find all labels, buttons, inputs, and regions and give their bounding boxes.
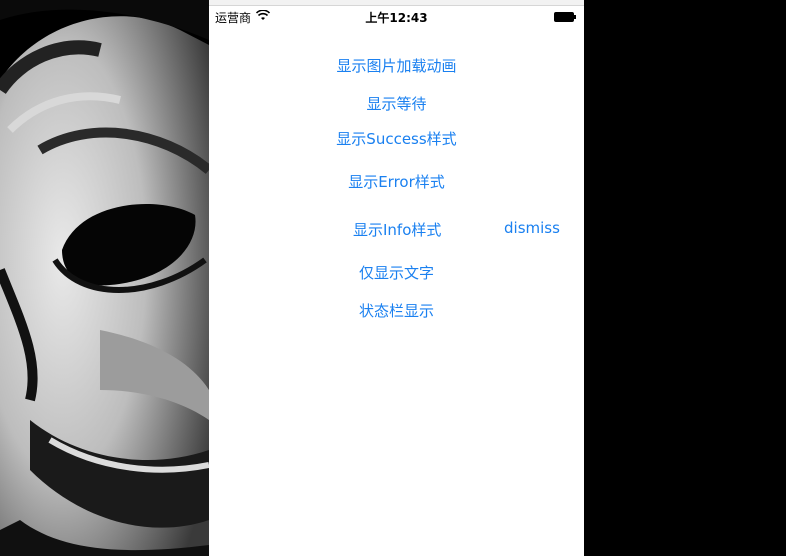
battery-icon: [554, 12, 576, 22]
statusbar-show-button[interactable]: 状态栏显示: [209, 300, 584, 321]
show-image-animation-button[interactable]: 显示图片加载动画: [209, 55, 584, 76]
show-text-only-button[interactable]: 仅显示文字: [209, 262, 584, 283]
show-wait-button[interactable]: 显示等待: [209, 93, 584, 114]
show-success-button[interactable]: 显示Success样式: [209, 128, 584, 149]
mask-background-image: [0, 0, 209, 556]
show-error-button[interactable]: 显示Error样式: [209, 171, 584, 192]
phone-screen: 运营商 上午12:43 显示图片加载动画 显示等待 显示Success样式 显示…: [209, 0, 584, 556]
dismiss-button[interactable]: dismiss: [504, 219, 560, 237]
status-bar: 运营商 上午12:43: [209, 6, 584, 26]
status-time: 上午12:43: [365, 11, 428, 25]
show-info-button[interactable]: 显示Info样式: [353, 219, 441, 240]
